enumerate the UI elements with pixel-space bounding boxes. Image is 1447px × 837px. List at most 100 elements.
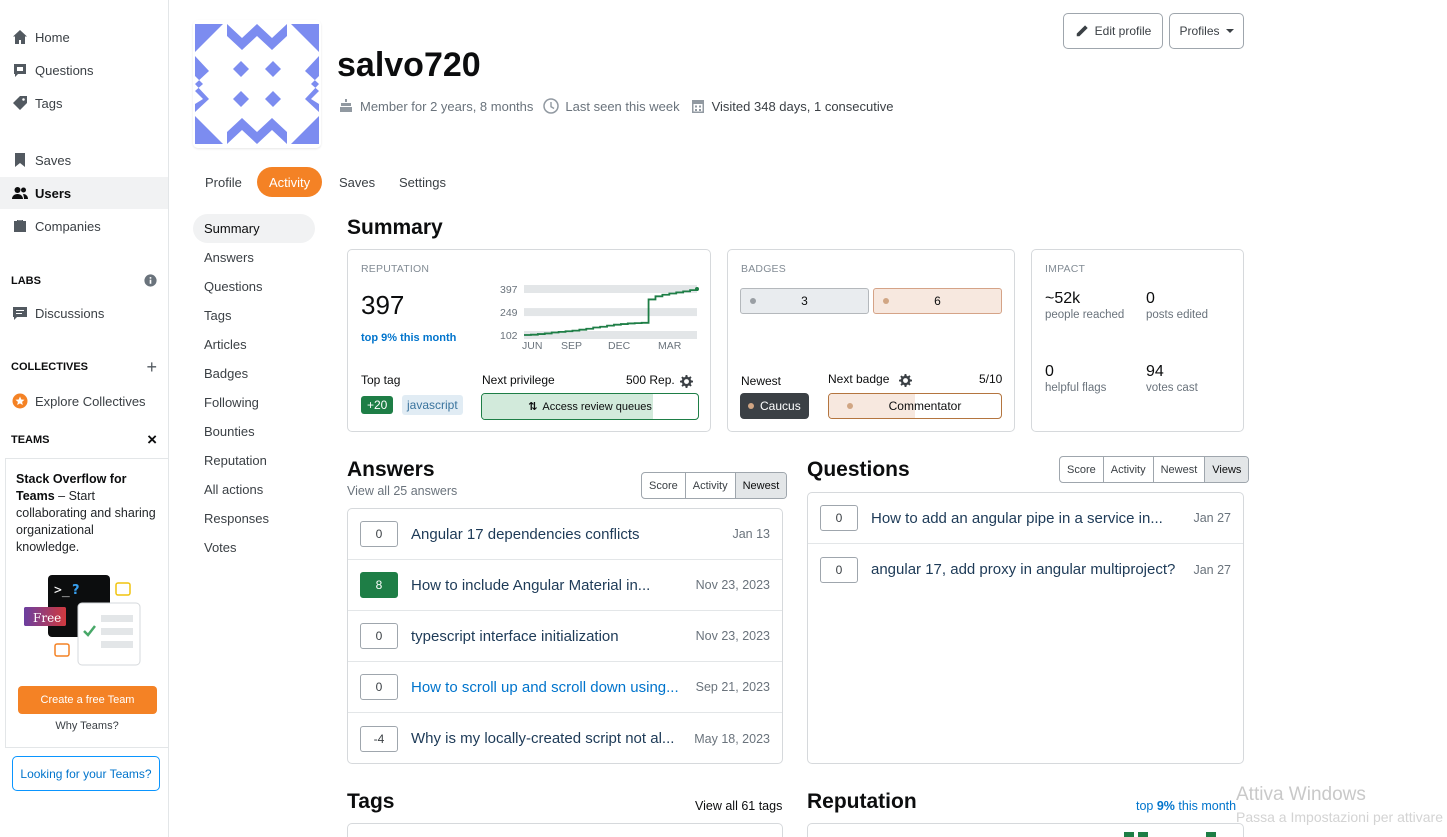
next-privilege-progress[interactable]: ⇅ Access review queues <box>481 393 699 420</box>
reputation-top-link[interactable]: top 9% this month <box>361 332 456 344</box>
next-badge-progress-text: 5/10 <box>979 372 1003 386</box>
sidebar-item-questions[interactable]: Questions <box>0 54 168 86</box>
profiles-dropdown[interactable]: Profiles <box>1169 13 1244 49</box>
subnav-reputation[interactable]: Reputation <box>193 446 315 475</box>
gear-icon[interactable] <box>680 375 693 388</box>
sort-newest-button[interactable]: Newest <box>735 473 787 498</box>
sidebar-item-users[interactable]: Users <box>0 177 168 209</box>
looking-for-teams-button[interactable]: Looking for your Teams? <box>12 756 160 791</box>
answer-date: Sep 21, 2023 <box>695 680 770 694</box>
gear-icon[interactable] <box>899 374 912 387</box>
collectives-section-header: COLLECTIVES + <box>11 358 157 376</box>
reputation-top-percent-link[interactable]: top 9% this month <box>1136 799 1236 813</box>
clock-icon <box>543 98 560 114</box>
last-seen: Last seen this week <box>543 98 680 114</box>
sort-score-button[interactable]: Score <box>1060 457 1104 482</box>
add-icon[interactable]: + <box>146 358 157 376</box>
answer-title-link[interactable]: How to scroll up and scroll down using..… <box>411 679 686 696</box>
collectives-label: COLLECTIVES <box>11 361 89 373</box>
subnav-tags[interactable]: Tags <box>193 301 315 330</box>
chart-x-tick-label: JUN <box>522 340 542 352</box>
questions-list: 0 How to add an angular pipe in a servic… <box>807 492 1244 764</box>
silver-badge-count[interactable]: 3 <box>740 288 869 314</box>
sort-activity-button[interactable]: Activity <box>686 473 736 498</box>
tab-activity[interactable]: Activity <box>257 167 323 197</box>
answer-title-link[interactable]: How to include Angular Material in... <box>411 577 686 594</box>
bronze-badge-count[interactable]: 6 <box>873 288 1002 314</box>
next-badge-progress[interactable]: Commentator <box>828 393 1002 419</box>
subnav-all-actions[interactable]: All actions <box>193 475 315 504</box>
sidebar-item-label: Tags <box>35 95 63 111</box>
answers-sort-filter: Score Activity Newest <box>641 472 788 499</box>
view-all-answers-link[interactable]: View all 25 answers <box>347 484 457 498</box>
impact-stat: 0 posts edited <box>1146 290 1209 321</box>
cake-icon <box>340 99 352 112</box>
impact-label: IMPACT <box>1045 263 1086 275</box>
subnav-questions[interactable]: Questions <box>193 272 315 301</box>
svg-text:?: ? <box>72 583 80 598</box>
chart-x-tick-label: SEP <box>561 340 582 352</box>
why-teams-link[interactable]: Why Teams? <box>6 720 168 732</box>
sidebar-item-saves[interactable]: Saves <box>0 144 168 176</box>
teams-label: TEAMS <box>11 434 50 446</box>
edit-profile-button[interactable]: Edit profile <box>1063 13 1163 49</box>
answer-date: Nov 23, 2023 <box>695 629 770 643</box>
create-free-team-button[interactable]: Create a free Team <box>18 686 157 714</box>
info-icon[interactable] <box>144 274 157 287</box>
sidebar-item-explore-collectives[interactable]: Explore Collectives <box>0 385 168 417</box>
subnav-following[interactable]: Following <box>193 388 315 417</box>
caret-down-icon <box>1225 29 1234 33</box>
username: salvo720 <box>337 46 481 84</box>
windows-activation-watermark: Attiva Windows <box>1236 784 1366 805</box>
question-title-link[interactable]: How to add an angular pipe in a service … <box>871 510 1183 527</box>
subnav-answers[interactable]: Answers <box>193 243 315 272</box>
chart-x-tick-label: DEC <box>608 340 631 352</box>
sidebar-item-home[interactable]: Home <box>0 21 168 53</box>
sidebar-item-label: Saves <box>35 152 72 168</box>
subnav-badges[interactable]: Badges <box>193 359 315 388</box>
answer-date: May 18, 2023 <box>694 731 770 746</box>
tab-settings[interactable]: Settings <box>387 167 458 197</box>
question-score: 0 <box>820 505 858 531</box>
impact-stat: 0 helpful flags <box>1045 363 1107 394</box>
sidebar-item-discussions[interactable]: Discussions <box>0 297 168 329</box>
sidebar-item-tags[interactable]: Tags <box>0 87 168 119</box>
subnav-bounties[interactable]: Bounties <box>193 417 315 446</box>
svg-text:>_: >_ <box>54 583 70 598</box>
sidebar-item-companies[interactable]: Companies <box>0 210 168 242</box>
top-tag-chip[interactable]: javascript <box>402 395 463 415</box>
sidebar-item-label: Questions <box>35 62 94 78</box>
reputation-label: REPUTATION <box>361 263 430 275</box>
question-title-link[interactable]: angular 17, add proxy in angular multipr… <box>871 561 1183 578</box>
subnav-responses[interactable]: Responses <box>193 504 315 533</box>
answer-score: 0 <box>360 674 398 700</box>
tags-heading: Tags <box>347 790 395 813</box>
questions-icon <box>14 64 26 77</box>
question-date: Jan 27 <box>1193 562 1231 577</box>
answer-title-link[interactable]: typescript interface initialization <box>411 628 686 645</box>
sort-activity-button[interactable]: Activity <box>1104 457 1154 482</box>
home-icon <box>13 30 27 44</box>
answer-row: 0 typescript interface initialization No… <box>348 611 782 662</box>
discussions-icon <box>13 307 27 320</box>
sort-newest-button[interactable]: Newest <box>1154 457 1206 482</box>
view-all-tags-link[interactable]: View all 61 tags <box>695 799 782 813</box>
sort-score-button[interactable]: Score <box>642 473 686 498</box>
review-queue-icon: ⇅ <box>528 401 538 413</box>
sort-views-button[interactable]: Views <box>1205 457 1249 482</box>
bookmark-icon <box>15 153 25 167</box>
chart-gridline <box>524 308 697 317</box>
subnav-articles[interactable]: Articles <box>193 330 315 359</box>
subnav-votes[interactable]: Votes <box>193 533 315 562</box>
answer-title-link[interactable]: Why is my locally-created script not al.… <box>411 730 684 747</box>
answers-list: 0 Angular 17 dependencies conflicts Jan … <box>347 508 783 764</box>
answer-title-link[interactable]: Angular 17 dependencies conflicts <box>411 526 722 543</box>
answer-date: Nov 23, 2023 <box>695 578 770 592</box>
newest-badge[interactable]: Caucus <box>740 393 809 419</box>
close-icon[interactable]: × <box>147 431 157 448</box>
chart-gridline <box>524 331 697 339</box>
tab-profile[interactable]: Profile <box>193 167 254 197</box>
subnav-summary[interactable]: Summary <box>193 214 315 243</box>
sidebar-item-label: Explore Collectives <box>35 393 146 409</box>
tab-saves[interactable]: Saves <box>327 167 387 197</box>
